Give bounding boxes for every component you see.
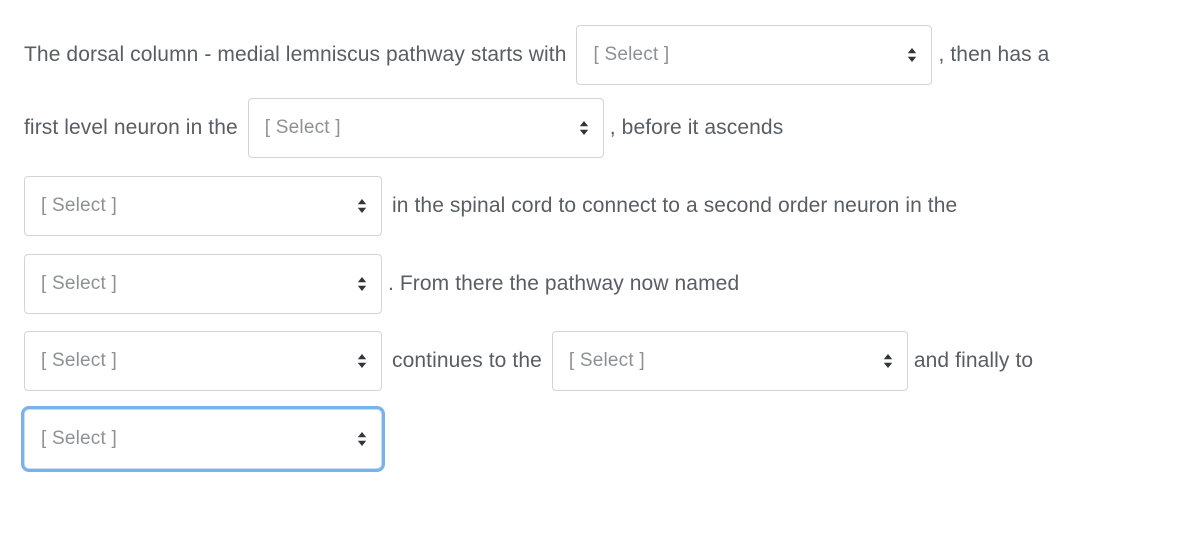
question-text-segment: , before it ascends [609, 115, 784, 139]
question-text-segment: , then has a [938, 42, 1050, 66]
question-text-segment: and finally to [913, 348, 1034, 372]
select-dropdown-3[interactable]: [ Select ] [24, 176, 382, 236]
select-placeholder: [ Select ] [264, 117, 341, 138]
select-placeholder: [ Select ] [41, 273, 117, 294]
question-text-segment: first level neuron in the [24, 115, 238, 139]
select-dropdown-6[interactable]: [ Select ] [551, 331, 908, 391]
select-dropdown-2[interactable]: [ Select ] [247, 98, 604, 158]
question-line-2: first level neuron in the [ Select ] , b… [0, 97, 1200, 159]
select-dropdown-1[interactable]: [ Select ] [576, 25, 933, 85]
question-line-5: [ Select ] continues to the [ Select ] a… [0, 330, 1200, 392]
chevron-updown-icon [579, 121, 588, 135]
fill-in-the-blank-question: The dorsal column - medial lemniscus pat… [0, 0, 1200, 552]
question-text-segment: The dorsal column - medial lemniscus pat… [24, 42, 567, 66]
select-placeholder: [ Select ] [568, 350, 645, 371]
select-placeholder: [ Select ] [41, 195, 117, 216]
question-text-segment: continues to the [392, 348, 542, 372]
select-dropdown-4[interactable]: [ Select ] [24, 254, 382, 314]
chevron-updown-icon [357, 277, 367, 291]
question-line-6: [ Select ] [0, 406, 1200, 472]
question-text-segment: . From there the pathway now named [388, 271, 740, 295]
chevron-updown-icon [357, 354, 367, 368]
chevron-updown-icon [908, 48, 917, 62]
chevron-updown-icon [357, 432, 367, 446]
select-placeholder: [ Select ] [593, 44, 670, 65]
chevron-updown-icon [357, 199, 367, 213]
question-line-3: [ Select ] in the spinal cord to connect… [0, 175, 1200, 237]
question-line-1: The dorsal column - medial lemniscus pat… [0, 24, 1200, 86]
select-placeholder: [ Select ] [41, 428, 117, 449]
select-placeholder: [ Select ] [41, 350, 117, 371]
question-text-segment: in the spinal cord to connect to a secon… [392, 193, 958, 217]
select-dropdown-7[interactable]: [ Select ] [24, 409, 382, 469]
question-line-4: [ Select ] . From there the pathway now … [0, 253, 1200, 315]
select-dropdown-5[interactable]: [ Select ] [24, 331, 382, 391]
chevron-updown-icon [883, 354, 893, 368]
